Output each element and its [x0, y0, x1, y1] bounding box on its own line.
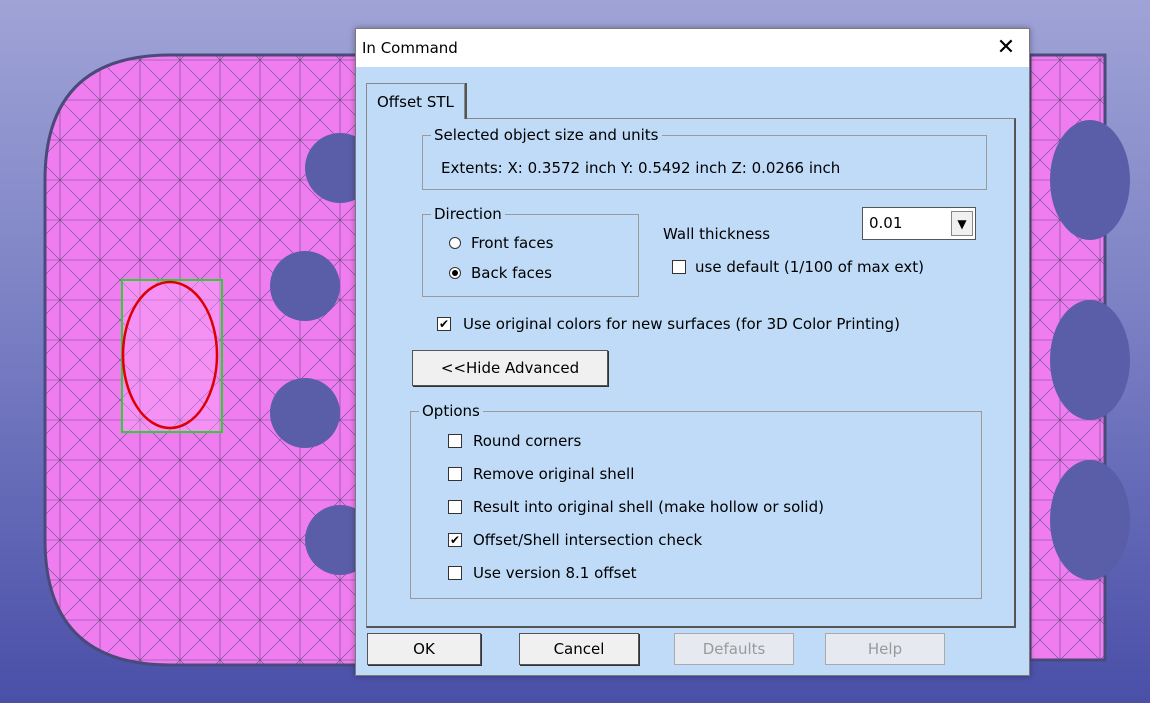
options-legend: Options [419, 401, 483, 421]
help-button[interactable]: Help [825, 633, 945, 665]
back-faces-label[interactable]: Back faces [471, 263, 552, 283]
extents-group: Selected object size and units Extents: … [422, 125, 987, 190]
defaults-button[interactable]: Defaults [674, 633, 794, 665]
extents-text: Extents: X: 0.3572 inch Y: 0.5492 inch Z… [441, 159, 841, 177]
model-hole [270, 378, 340, 448]
cancel-button[interactable]: Cancel [519, 633, 639, 665]
model-hole [1050, 460, 1130, 580]
remove-original-shell-label[interactable]: Remove original shell [473, 464, 634, 484]
result-into-original-shell-label[interactable]: Result into original shell (make hollow … [473, 497, 824, 517]
intersection-check-checkbox[interactable]: ✔ [448, 533, 462, 547]
wall-thickness-value: 0.01 [869, 214, 903, 232]
use-default-checkbox[interactable] [672, 260, 686, 274]
dialog-titlebar[interactable]: In Command ✕ [356, 29, 1029, 67]
ok-button[interactable]: OK [367, 633, 481, 665]
extents-legend: Selected object size and units [431, 125, 662, 145]
use-original-colors-label[interactable]: Use original colors for new surfaces (fo… [463, 314, 900, 334]
model-hole [1050, 300, 1130, 420]
direction-group: Direction Front faces Back faces [422, 204, 639, 297]
use-default-label[interactable]: use default (1/100 of max ext) [695, 257, 924, 277]
back-faces-radio[interactable] [449, 267, 461, 279]
use-version-81-checkbox[interactable] [448, 566, 462, 580]
model-hole [270, 251, 340, 321]
intersection-check-label[interactable]: Offset/Shell intersection check [473, 530, 702, 550]
front-faces-label[interactable]: Front faces [471, 233, 553, 253]
close-icon[interactable]: ✕ [983, 29, 1029, 67]
use-version-81-label[interactable]: Use version 8.1 offset [473, 563, 637, 583]
remove-original-shell-checkbox[interactable] [448, 467, 462, 481]
model-hole [1050, 120, 1130, 240]
result-into-original-shell-checkbox[interactable] [448, 500, 462, 514]
wall-thickness-label: Wall thickness [663, 225, 771, 243]
tab-panel-offset-stl: Selected object size and units Extents: … [366, 118, 1016, 628]
hide-advanced-button[interactable]: <<Hide Advanced [412, 350, 608, 386]
front-faces-radio[interactable] [449, 237, 461, 249]
direction-legend: Direction [431, 204, 505, 224]
in-command-dialog: In Command ✕ Offset STL Selected object … [355, 28, 1030, 676]
round-corners-checkbox[interactable] [448, 434, 462, 448]
use-original-colors-checkbox[interactable]: ✔ [437, 317, 451, 331]
tab-offset-stl[interactable]: Offset STL [366, 83, 465, 119]
round-corners-label[interactable]: Round corners [473, 431, 581, 451]
dialog-title: In Command [362, 39, 458, 57]
chevron-down-icon[interactable]: ▼ [951, 211, 973, 236]
options-group: Options Round corners Remove original sh… [410, 401, 982, 599]
wall-thickness-combo[interactable]: 0.01 ▼ [862, 207, 976, 240]
